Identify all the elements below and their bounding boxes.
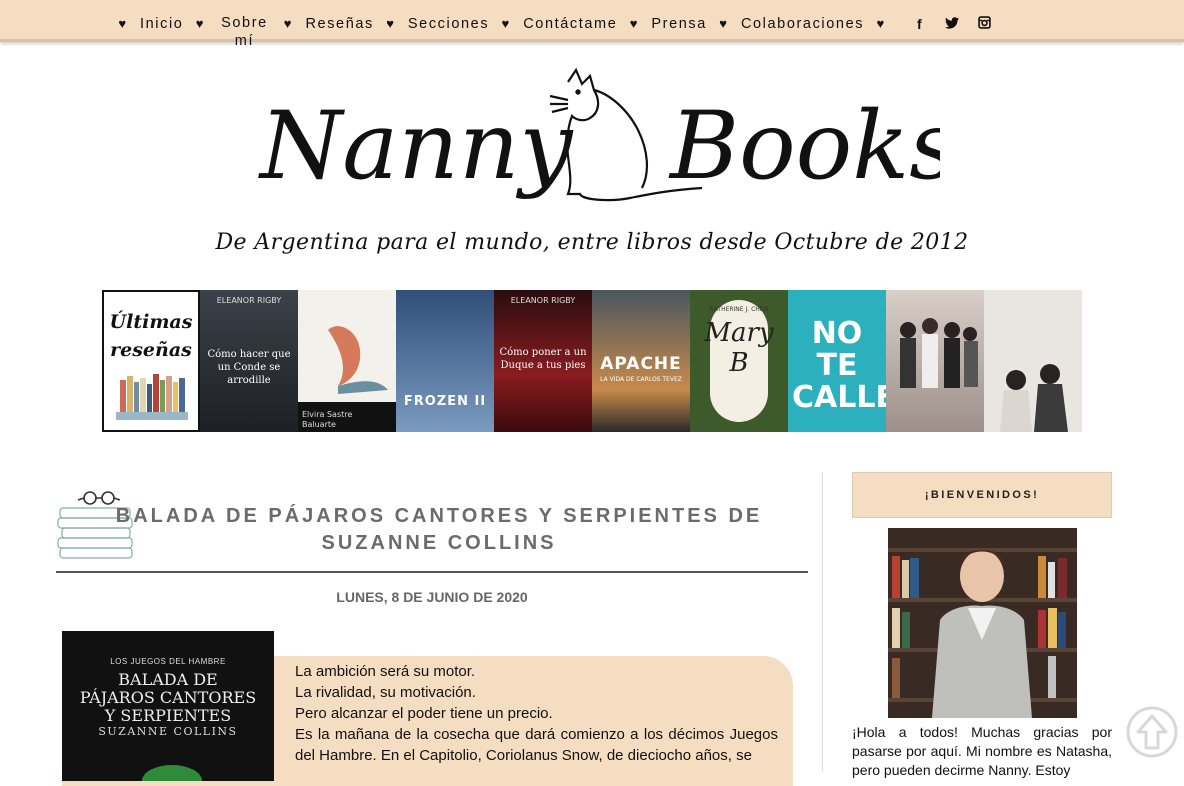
heart-icon: ♥ (501, 16, 511, 31)
book-cover-title: BALADA DE PÁJAROS CANTORES Y SERPIENTES (62, 671, 274, 725)
book-cover-author: SUZANNE COLLINS (98, 725, 238, 738)
nav-item-prensa[interactable]: Prensa (651, 14, 707, 34)
cover-2-title: Baluarte (302, 420, 336, 429)
cover-3-title: FROZEN II (403, 394, 487, 409)
nav-item-sobre-mi[interactable]: Sobre mí (217, 14, 271, 50)
twitter-icon[interactable] (936, 14, 968, 34)
heart-icon: ♥ (876, 16, 886, 31)
welcome-text: ¡Hola a todos! Muchas gracias por pasars… (852, 724, 1112, 778)
heart-icon: ♥ (629, 16, 640, 31)
post-excerpt: La ambición será su motor. La rivalidad,… (295, 661, 778, 766)
book-cover-title-line1: BALADA DE (118, 670, 218, 689)
nav-item-contactame[interactable]: Contáctame (523, 14, 617, 34)
review-cover-4[interactable]: ELEANOR RIGBY Cómo poner a un Duque a tu… (494, 290, 592, 432)
excerpt-line: La ambición será su motor. (295, 663, 476, 680)
latest-reviews-label: Últimas reseñas (102, 290, 200, 432)
cover-4-author: ELEANOR RIGBY (510, 296, 576, 305)
latest-reviews-strip: Últimas reseñas ELEANOR RIGBY Cómo hacer… (102, 290, 1082, 432)
book-cover-title-line2: PÁJAROS CANTORES (79, 688, 257, 707)
books-pile-icon (116, 374, 188, 420)
latest-reviews-label-line2: reseñas (110, 339, 192, 361)
nav-item-colaboraciones[interactable]: Colaboraciones (741, 14, 864, 34)
cover-2-author: Elvira Sastre (302, 410, 353, 419)
cover-5-title: APACHE (600, 354, 682, 374)
title-divider (56, 571, 808, 573)
facebook-icon[interactable]: f (904, 14, 936, 34)
review-cover-7[interactable]: NO TE CALLES (788, 290, 886, 432)
nav-item-resenas[interactable]: Reseñas (305, 14, 373, 34)
review-cover-1[interactable]: ELEANOR RIGBY Cómo hacer que un Conde se… (200, 290, 298, 432)
review-cover-5[interactable]: APACHE LA VIDA DE CARLOS TEVEZ (592, 290, 690, 432)
excerpt-line: Pero alcanzar el poder tiene un precio. (295, 705, 553, 722)
heart-icon: ♥ (195, 16, 206, 31)
profile-photo (888, 528, 1077, 718)
snake-illustration (142, 765, 202, 781)
heart-icon: ♥ (386, 16, 396, 31)
post-title[interactable]: BALADA DE PÁJAROS CANTORES Y SERPIENTES … (106, 503, 772, 557)
nav-item-inicio[interactable]: Inicio (140, 14, 183, 34)
back-to-top-arrow-icon[interactable] (1124, 704, 1180, 760)
top-navigation-bar: ♥ Inicio ♥ Sobre mí ♥ Reseñas ♥ Seccione… (0, 0, 1184, 49)
post-date: LUNES, 8 DE JUNIO DE 2020 (336, 589, 528, 605)
review-cover-8[interactable] (886, 290, 984, 432)
book-cover-series: LOS JUEGOS DEL HAMBRE (110, 657, 226, 666)
cover-5-author: LA VIDA DE CARLOS TEVEZ (600, 376, 682, 383)
site-logo[interactable]: Nanny Books (250, 60, 957, 230)
cover-6-author: KATHERINE J. CHEN (709, 306, 769, 313)
nav-menu: ♥ Inicio ♥ Sobre mí ♥ Reseñas ♥ Seccione… (116, 14, 1000, 50)
welcome-widget-title: ¡BIENVENIDOS! (852, 472, 1112, 518)
cover-6-title: Mary B (704, 318, 774, 378)
cover-7-title: NO TE CALLES (792, 316, 886, 415)
column-divider (822, 472, 823, 772)
cover-1-author: ELEANOR RIGBY (216, 296, 282, 305)
review-cover-3[interactable]: FROZEN II (396, 290, 494, 432)
nav-item-secciones[interactable]: Secciones (408, 14, 489, 34)
latest-reviews-label-line1: Últimas (109, 311, 193, 333)
social-links: f (904, 14, 1000, 34)
review-cover-9[interactable] (984, 290, 1082, 432)
instagram-icon[interactable] (968, 14, 1000, 34)
site-tagline: De Argentina para el mundo, entre libros… (215, 230, 969, 255)
heart-icon: ♥ (283, 16, 294, 31)
logo-text-left: Nanny (258, 92, 574, 201)
book-cover-title-line3: Y SERPIENTES (104, 706, 232, 725)
cover-1-title: Cómo hacer que un Conde se arrodille (207, 349, 291, 386)
heart-icon: ♥ (719, 16, 729, 31)
review-cover-2[interactable]: Elvira Sastre Baluarte (298, 290, 396, 432)
excerpt-line: Es la mañana de la cosecha que dará comi… (295, 726, 778, 764)
post-book-cover[interactable]: LOS JUEGOS DEL HAMBRE BALADA DE PÁJAROS … (62, 631, 274, 781)
review-cover-6[interactable]: KATHERINE J. CHEN Mary B (690, 290, 788, 432)
logo-text-right: Books (668, 92, 940, 201)
cover-4-title: Cómo poner a un Duque a tus pies (499, 347, 587, 371)
excerpt-line: La rivalidad, su motivación. (295, 684, 476, 701)
heart-icon: ♥ (118, 16, 128, 31)
